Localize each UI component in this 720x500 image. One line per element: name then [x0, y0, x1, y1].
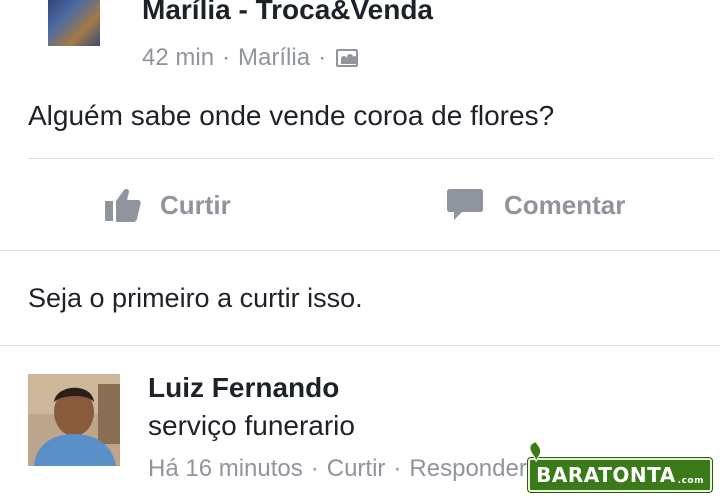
group-icon: [336, 49, 359, 67]
watermark-suffix: .com: [677, 476, 704, 486]
post-time[interactable]: 42 min: [142, 44, 214, 72]
comment-text: serviço funerario: [148, 410, 355, 441]
meta-separator: ·: [310, 455, 319, 482]
thumbs-up-icon: [105, 188, 141, 222]
divider: [0, 250, 720, 251]
comment-label: Comentar: [504, 189, 626, 220]
watermark-text: BARATONTA: [536, 463, 676, 487]
divider: [0, 345, 720, 346]
comment-button[interactable]: Comentar: [446, 187, 625, 223]
meta-separator: ·: [393, 455, 402, 482]
leaf-icon: [529, 442, 542, 462]
comment-time[interactable]: Há 16 minutos: [148, 455, 303, 483]
like-button[interactable]: Curtir: [104, 187, 231, 223]
divider: [28, 158, 714, 159]
commenter-avatar[interactable]: [28, 374, 120, 466]
profile-photo: [28, 374, 120, 466]
likes-summary: Seja o primeiro a curtir isso.: [28, 283, 363, 313]
comment-reply-link[interactable]: Responder: [409, 455, 526, 483]
meta-separator: ·: [222, 44, 231, 71]
site-watermark-logo: BARATONTA .com: [528, 442, 712, 492]
commenter-name-link[interactable]: Luiz Fernando: [148, 372, 339, 404]
group-name-link[interactable]: Marília - Troca&Venda: [142, 0, 433, 26]
meta-separator: ·: [318, 44, 327, 71]
comment-like-link[interactable]: Curtir: [327, 455, 386, 483]
group-avatar[interactable]: [48, 0, 100, 46]
post-text: Alguém sabe onde vende coroa de flores?: [28, 100, 555, 131]
post-location[interactable]: Marília: [238, 44, 310, 72]
comment-icon: [447, 189, 483, 220]
comment-meta: Há 16 minutos · Curtir · Responder: [148, 455, 527, 483]
like-label: Curtir: [160, 189, 231, 220]
post-meta: 42 min · Marília ·: [142, 44, 359, 72]
